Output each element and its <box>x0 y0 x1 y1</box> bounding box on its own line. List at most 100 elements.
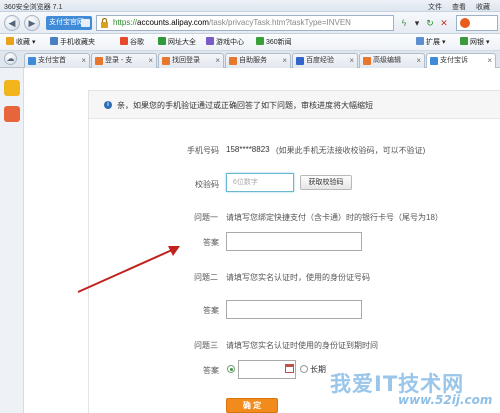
ebank-label: 网银 <box>470 39 484 46</box>
back-button[interactable]: ◀ <box>4 15 20 31</box>
tab-baidu-jingyan[interactable]: 百度经验 × <box>292 53 358 68</box>
q1-answer-input[interactable] <box>226 232 362 251</box>
bookmark-nav-site[interactable]: 网址大全 <box>158 37 196 47</box>
q1-answer-label: 答案 <box>203 238 219 247</box>
360-icon <box>256 37 264 45</box>
tab-label: 支付宝诉 <box>440 57 468 64</box>
q1-text: 请填写您绑定快捷支付（含卡通）时的银行卡号（尾号为18） <box>226 213 443 222</box>
notice-message: 亲，如果您的手机验证通过或正确回答了如下问题，审核进度将大幅缩短 <box>117 101 373 110</box>
bookmark-google[interactable]: 谷歌 <box>120 37 144 47</box>
bookmarks-bar: 收藏 ▾ 手机收藏夹 谷歌 网址大全 游戏中心 360新闻 扩展 ▾ 网银 ▾ <box>0 34 500 51</box>
q2-answer-label: 答案 <box>203 306 219 315</box>
google-icon <box>120 37 128 45</box>
tab-label: 高级编辑 <box>373 57 401 64</box>
site-badge[interactable]: 支付宝官网 <box>46 16 92 30</box>
tab-recover-login[interactable]: 找回登录 × <box>158 53 224 68</box>
tab-close-icon[interactable]: × <box>215 54 220 67</box>
search-engine-icon <box>460 18 470 28</box>
tab-login[interactable]: 登录 - 支 × <box>91 53 157 68</box>
bookmark-label: 收藏 <box>16 39 30 46</box>
tab-alipay-appeal[interactable]: 支付宝诉 × <box>426 53 496 68</box>
q3-text: 请填写您实名认证时使用的身份证到期时间 <box>226 341 378 350</box>
tab-close-icon[interactable]: × <box>416 54 421 67</box>
bookmark-label: 谷歌 <box>130 39 144 46</box>
alipay-icon <box>28 57 36 65</box>
site-badge-label: 支付宝官网 <box>49 19 84 26</box>
dropdown-icon[interactable]: ▾ <box>411 17 423 29</box>
q1-label: 问题一 <box>194 213 218 222</box>
long-term-label: 长期 <box>310 365 326 374</box>
q3-label: 问题三 <box>194 341 218 350</box>
confirm-label: 确 定 <box>242 401 262 410</box>
bookmark-game-center[interactable]: 游戏中心 <box>206 37 244 47</box>
close-icon[interactable]: ✕ <box>438 17 450 29</box>
star-icon[interactable] <box>4 80 20 96</box>
bookmark-label: 网址大全 <box>168 39 196 46</box>
search-box[interactable] <box>456 15 498 31</box>
get-code-button[interactable]: 获取校验码 <box>300 175 352 190</box>
url-path: /task/privacyTask.htm?taskType=INVEN <box>208 18 351 27</box>
q2-label: 问题二 <box>194 273 218 282</box>
address-bar: ◀ ▶ 支付宝官网 https://accounts.alipay.com/ta… <box>0 12 500 34</box>
page-icon <box>95 57 103 65</box>
star-icon <box>6 37 14 45</box>
code-placeholder: 6位数字 <box>233 179 258 186</box>
menu-favorites[interactable]: 收藏 <box>476 2 490 12</box>
extensions-label: 扩展 <box>426 39 440 46</box>
lock-icon <box>101 18 108 28</box>
bolt-icon[interactable]: ϟ <box>398 17 410 29</box>
cloud-icon[interactable]: ☁ <box>4 52 17 65</box>
url-input[interactable]: https://accounts.alipay.com/task/privacy… <box>96 15 394 31</box>
tab-advanced-editor[interactable]: 高级编辑 × <box>359 53 425 68</box>
tab-close-icon[interactable]: × <box>349 54 354 67</box>
tab-self-service[interactable]: 自助服务 × <box>225 53 291 68</box>
phone-label: 手机号码 <box>187 146 219 155</box>
tab-label: 登录 - 支 <box>105 57 133 64</box>
refresh-icon[interactable]: ↻ <box>424 17 436 29</box>
url-host: accounts.alipay.com <box>137 18 209 27</box>
info-icon: i <box>104 101 112 109</box>
page-icon <box>229 57 237 65</box>
phone-value: 158****8823 <box>226 145 270 154</box>
q3-answer-label: 答案 <box>203 366 219 375</box>
tab-label: 找回登录 <box>172 57 200 64</box>
tab-close-icon[interactable]: × <box>282 54 287 67</box>
get-code-label: 获取校验码 <box>308 179 344 186</box>
phone-note: (如果此手机无法接收校验码，可以不验证) <box>276 146 426 155</box>
long-term-radio[interactable] <box>300 365 308 373</box>
date-radio[interactable] <box>227 365 235 373</box>
q2-answer-input[interactable] <box>226 300 362 319</box>
browser-title-bar: 360安全浏览器 7.1 文件 查看 收藏 <box>0 0 500 12</box>
code-input[interactable]: 6位数字 <box>226 173 294 192</box>
radio-dot <box>230 368 233 371</box>
code-label: 校验码 <box>195 180 219 189</box>
tab-close-icon[interactable]: × <box>81 54 86 67</box>
bookmark-360-news[interactable]: 360新闻 <box>256 37 292 47</box>
bank-icon <box>460 37 468 45</box>
bookmark-label: 游戏中心 <box>216 39 244 46</box>
tab-strip: ☁ 支付宝首 × 登录 - 支 × 找回登录 × 自助服务 × 百度经验 × 高级编辑 × … <box>0 51 500 68</box>
page-icon <box>162 57 170 65</box>
tab-close-icon[interactable]: × <box>148 54 153 67</box>
watermark: 我爱IT技术网 www.52ij.com <box>330 368 500 413</box>
bookmark-label: 手机收藏夹 <box>60 39 95 46</box>
forward-button[interactable]: ▶ <box>24 15 40 31</box>
alipay-icon <box>430 57 438 65</box>
notice-bar: i 亲，如果您的手机验证通过或正确回答了如下问题，审核进度将大幅缩短 <box>89 91 500 119</box>
tab-close-icon[interactable]: × <box>487 54 492 67</box>
bookmark-favorites[interactable]: 收藏 ▾ <box>6 37 35 47</box>
bookmark-mobile-favorites[interactable]: 手机收藏夹 <box>50 37 95 47</box>
tab-alipay-home[interactable]: 支付宝首 × <box>24 53 90 68</box>
game-icon <box>206 37 214 45</box>
url-scheme: https:// <box>113 18 138 27</box>
menu-file[interactable]: 文件 <box>428 2 442 12</box>
menu-view[interactable]: 查看 <box>452 2 466 12</box>
calendar-icon[interactable] <box>285 364 294 373</box>
confirm-button[interactable]: 确 定 <box>226 398 278 413</box>
ebank-button[interactable]: 网银 ▾ <box>460 37 489 47</box>
page-icon <box>363 57 371 65</box>
bookmark-label: 360新闻 <box>266 39 292 46</box>
mail-icon[interactable] <box>4 106 20 122</box>
browser-sidebar <box>0 68 24 413</box>
extensions-button[interactable]: 扩展 ▾ <box>416 37 445 47</box>
